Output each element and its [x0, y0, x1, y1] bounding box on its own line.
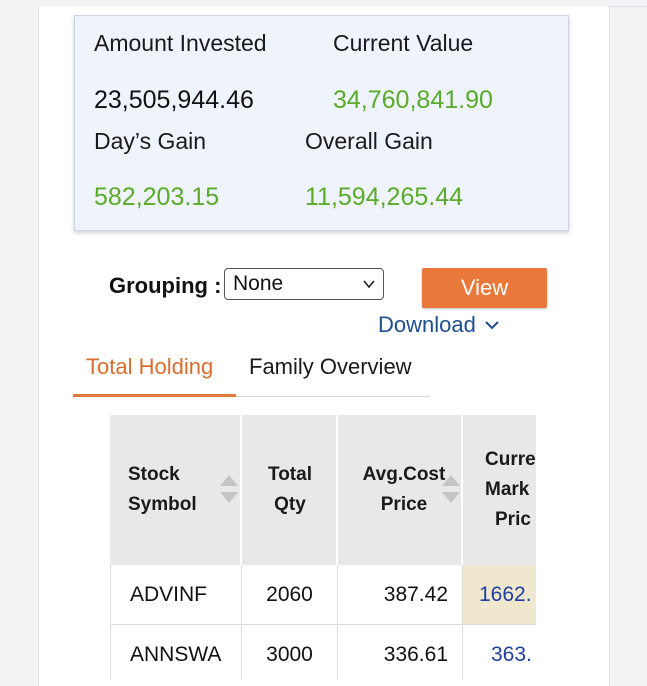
column-header-avg-cost-price[interactable]: Avg.Cost Price: [338, 415, 463, 565]
overall-gain-value: 11,594,265.44: [305, 183, 464, 211]
column-header-total-qty[interactable]: Total Qty: [242, 415, 338, 565]
column-header-current-market-price[interactable]: Curre Mark Pric: [463, 415, 536, 565]
table-cell-avg-cost: 336.61: [338, 625, 463, 680]
top-divider: [608, 6, 647, 7]
tab-total-holding[interactable]: Total Holding: [86, 354, 213, 380]
download-label: Download: [378, 312, 476, 337]
portfolio-summary-card: Amount Invested 23,505,944.46 Current Va…: [74, 15, 569, 231]
table-cell-symbol: ADVINF: [110, 565, 242, 625]
holdings-table: Stock Symbol Total Qty Avg.Cost Price Cu…: [110, 415, 536, 680]
days-gain-value: 582,203.15: [94, 183, 220, 211]
amount-invested-label: Amount Invested: [94, 30, 267, 56]
sort-icon[interactable]: [441, 473, 461, 505]
table-cell-current-price[interactable]: 363.: [463, 625, 536, 680]
column-header-stock-symbol[interactable]: Stock Symbol: [110, 415, 242, 565]
chevron-down-icon: [485, 321, 499, 330]
active-tab-indicator: [73, 394, 236, 397]
table-cell-symbol: ANNSWA: [110, 625, 242, 680]
grouping-select[interactable]: None: [224, 268, 384, 300]
chevron-down-icon: [363, 280, 375, 289]
amount-invested-value: 23,505,944.46: [94, 86, 254, 114]
days-gain-label: Day’s Gain: [94, 128, 207, 154]
overall-gain-label: Overall Gain: [305, 128, 433, 154]
table-cell-qty: 3000: [242, 625, 338, 680]
tab-family-overview[interactable]: Family Overview: [249, 354, 412, 380]
current-value-value: 34,760,841.90: [333, 86, 493, 114]
download-menu[interactable]: Download: [378, 312, 500, 338]
grouping-label: Grouping :: [109, 273, 222, 298]
table-cell-current-price[interactable]: 1662.: [463, 565, 536, 625]
table-cell-qty: 2060: [242, 565, 338, 625]
grouping-selected-value: None: [233, 272, 284, 295]
tab-divider: [236, 396, 430, 397]
current-value-label: Current Value: [333, 30, 474, 56]
view-button[interactable]: View: [422, 268, 547, 308]
sort-icon[interactable]: [219, 473, 239, 505]
table-cell-avg-cost: 387.42: [338, 565, 463, 625]
